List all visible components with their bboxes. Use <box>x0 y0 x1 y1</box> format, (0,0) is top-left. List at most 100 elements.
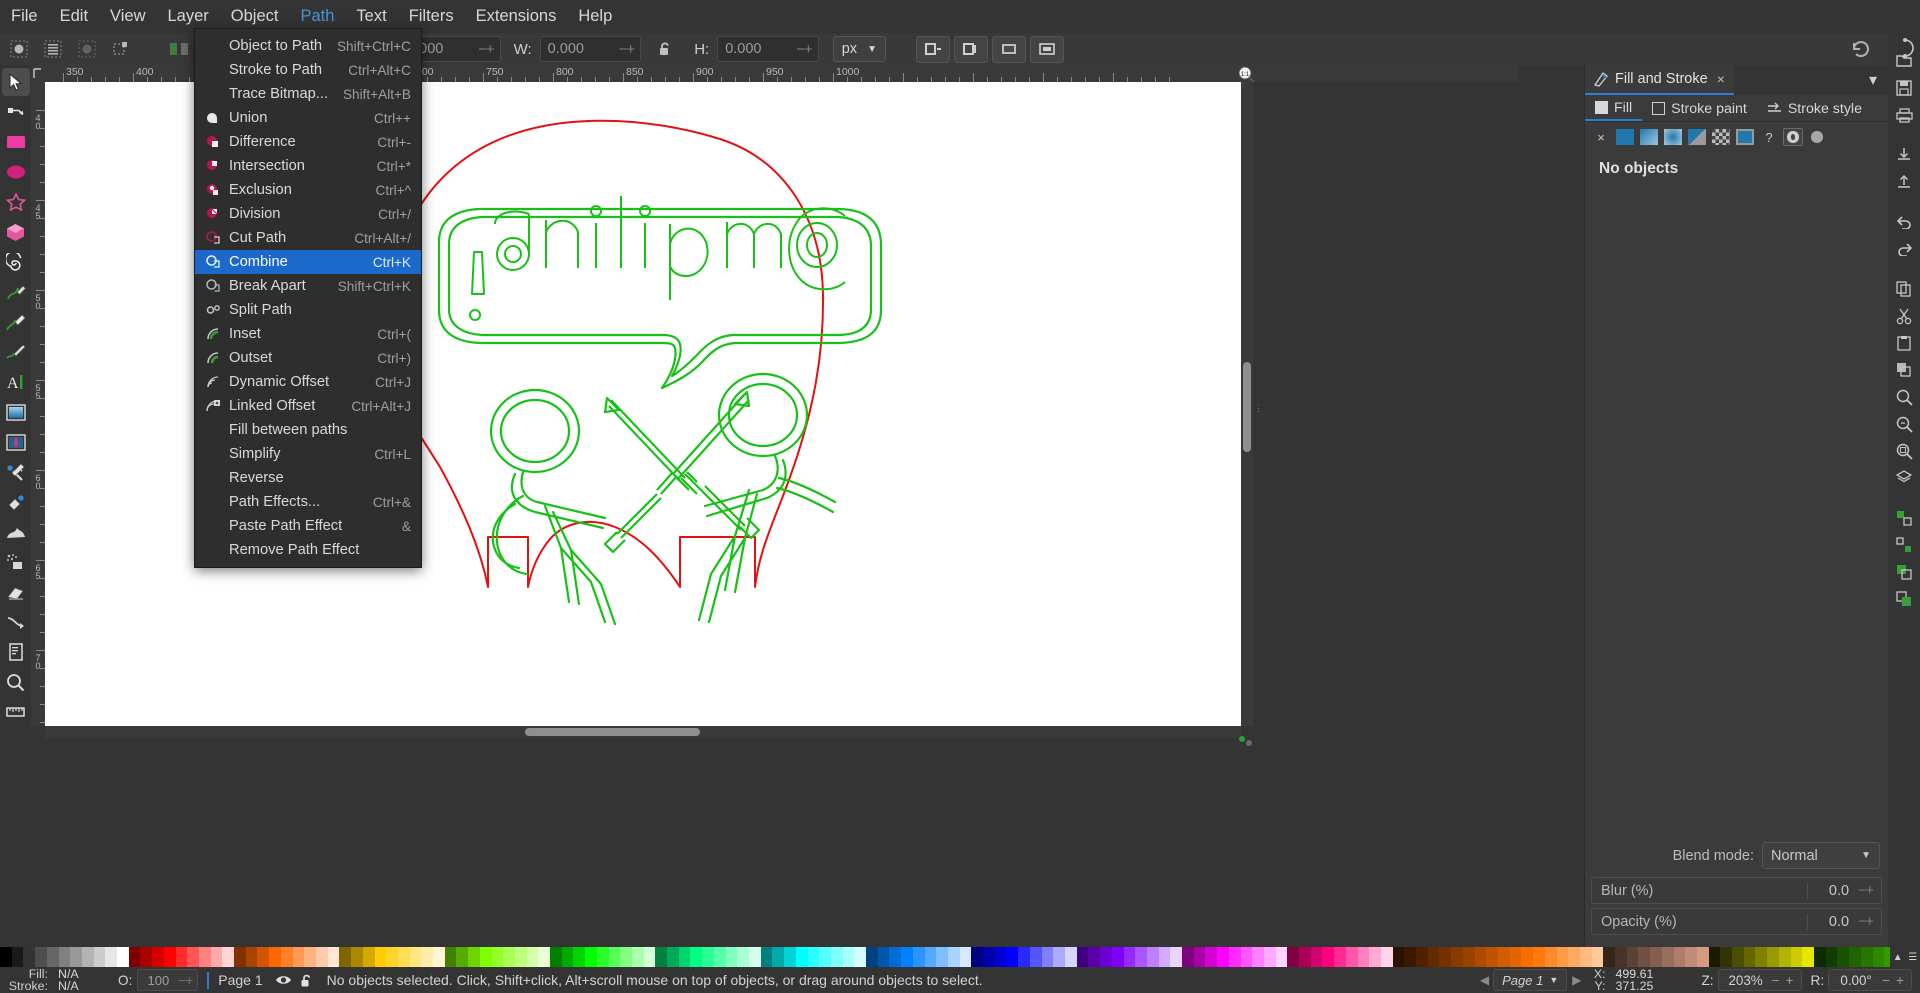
palette-color[interactable] <box>315 947 328 967</box>
paste-icon[interactable] <box>1890 330 1918 356</box>
palette-color[interactable] <box>959 947 972 967</box>
menu-item-stroke-to-path[interactable]: Stroke to Path Ctrl+Alt+C <box>195 58 421 82</box>
eye-icon[interactable] <box>275 973 292 987</box>
rotation-value[interactable]: 0.00° <box>1833 973 1879 988</box>
palette-color[interactable] <box>1521 947 1534 967</box>
palette-color[interactable] <box>304 947 316 967</box>
palette-color[interactable] <box>491 947 504 967</box>
palette-color[interactable] <box>152 947 164 967</box>
save-icon[interactable] <box>1890 75 1918 101</box>
palette-color[interactable] <box>257 947 270 967</box>
snap-controls-icon[interactable] <box>1892 36 1918 60</box>
palette-color[interactable] <box>901 947 913 967</box>
redo-icon[interactable] <box>1890 236 1918 262</box>
copy-icon[interactable] <box>1890 276 1918 302</box>
undo-icon[interactable] <box>1890 209 1918 235</box>
menu-item-split-path[interactable]: Split Path <box>195 298 421 322</box>
pencil-tool[interactable] <box>2 278 30 306</box>
palette-color[interactable] <box>1685 947 1697 967</box>
palette-menu-icon[interactable]: ☰ <box>1908 952 1917 963</box>
palette-color[interactable] <box>947 947 960 967</box>
palette-color[interactable] <box>760 947 773 967</box>
palette-color[interactable] <box>1322 947 1335 967</box>
palette-color[interactable] <box>1369 947 1381 967</box>
palette-color[interactable] <box>1345 947 1358 967</box>
opacity-field[interactable]: 100 −+ <box>137 969 199 991</box>
menu-item-paste-path-effect[interactable]: Paste Path Effect & <box>195 514 421 538</box>
ruler-corner[interactable] <box>31 65 45 82</box>
pen-tool[interactable] <box>2 308 30 336</box>
palette-color[interactable] <box>1193 947 1206 967</box>
palette-color[interactable] <box>35 947 47 967</box>
tab-fill[interactable]: Fill <box>1585 96 1643 121</box>
layer-label[interactable]: Page 1 <box>218 972 262 988</box>
h-spinner[interactable]: −+ <box>796 41 818 58</box>
zoom-plus-button[interactable]: + <box>1783 973 1797 988</box>
eraser-tool[interactable] <box>2 578 30 606</box>
undo-history-icon[interactable] <box>1846 36 1876 62</box>
palette-color[interactable] <box>971 947 984 967</box>
palette-color[interactable] <box>0 947 12 967</box>
palette-color[interactable] <box>795 947 808 967</box>
tweak-tool[interactable] <box>2 518 30 546</box>
close-icon[interactable]: × <box>1714 71 1725 87</box>
zoom-minus-button[interactable]: − <box>1769 973 1783 988</box>
chevron-left-icon[interactable]: ◀ <box>1480 973 1489 987</box>
dock-resize-grip[interactable]: ⋮ <box>1254 390 1263 426</box>
deselect-icon[interactable] <box>72 36 102 62</box>
menu-item-intersection[interactable]: Intersection Ctrl+* <box>195 154 421 178</box>
palette-color[interactable] <box>1579 947 1592 967</box>
menu-item-linked-offset[interactable]: Linked Offset Ctrl+Alt+J <box>195 394 421 418</box>
palette-color[interactable] <box>1182 947 1194 967</box>
menu-item-trace-bitmap[interactable]: Trace Bitmap... Shift+Alt+B <box>195 82 421 106</box>
tab-stroke-paint[interactable]: Stroke paint <box>1642 96 1757 121</box>
palette-color[interactable] <box>1790 947 1803 967</box>
swatch-button[interactable] <box>1735 128 1755 146</box>
palette-color[interactable] <box>1029 947 1042 967</box>
y-spinner[interactable]: −+ <box>478 41 500 58</box>
ungroup-icon[interactable] <box>1890 532 1918 558</box>
ellipse-tool[interactable] <box>2 158 30 186</box>
palette-color[interactable] <box>1111 947 1124 967</box>
lower-icon[interactable] <box>1890 586 1918 612</box>
palette-color[interactable] <box>1427 947 1440 967</box>
menu-item-exclusion[interactable]: Exclusion Ctrl+^ <box>195 178 421 202</box>
palette-color[interactable] <box>784 947 796 967</box>
palette-color[interactable] <box>1474 947 1487 967</box>
palette-color[interactable] <box>1673 947 1686 967</box>
blend-mode-select[interactable]: Normal ▼ <box>1762 842 1880 869</box>
pages-tool[interactable] <box>2 638 30 666</box>
palette-color[interactable] <box>1872 947 1885 967</box>
palette-color[interactable] <box>842 947 855 967</box>
palette-color[interactable] <box>1170 947 1183 967</box>
palette-color[interactable] <box>1310 947 1323 967</box>
rotation-minus-button[interactable]: − <box>1879 973 1893 988</box>
menu-item-inset[interactable]: Inset Ctrl+( <box>195 322 421 346</box>
flip-horizontal-icon[interactable] <box>164 36 194 62</box>
blur-value[interactable]: 0.0 <box>1807 882 1855 899</box>
palette-color[interactable] <box>187 947 199 967</box>
palette-color[interactable] <box>1064 947 1077 967</box>
palette-color[interactable] <box>81 947 94 967</box>
palette-color[interactable] <box>1544 947 1557 967</box>
connector-tool[interactable] <box>2 608 30 636</box>
menu-item-fill-between-paths[interactable]: Fill between paths <box>195 418 421 442</box>
palette-color[interactable] <box>444 947 457 967</box>
text-tool[interactable]: A <box>2 368 30 396</box>
palette-color[interactable] <box>11 947 24 967</box>
palette-color[interactable] <box>117 947 129 967</box>
palette-color[interactable] <box>1041 947 1054 967</box>
palette-color[interactable] <box>912 947 925 967</box>
palette-color[interactable] <box>386 947 398 967</box>
tab-fill-and-stroke[interactable]: Fill and Stroke × <box>1585 65 1734 95</box>
palette-color[interactable] <box>1533 947 1545 967</box>
palette-color[interactable] <box>1287 947 1300 967</box>
rotate-icon[interactable] <box>106 36 136 62</box>
palette-color[interactable] <box>866 947 878 967</box>
menu-item-simplify[interactable]: Simplify Ctrl+L <box>195 442 421 466</box>
palette-color[interactable] <box>620 947 632 967</box>
palette-color[interactable] <box>1217 947 1229 967</box>
palette-color[interactable] <box>421 947 434 967</box>
lock-open-icon[interactable] <box>651 36 681 62</box>
palette-color[interactable] <box>1404 947 1417 967</box>
